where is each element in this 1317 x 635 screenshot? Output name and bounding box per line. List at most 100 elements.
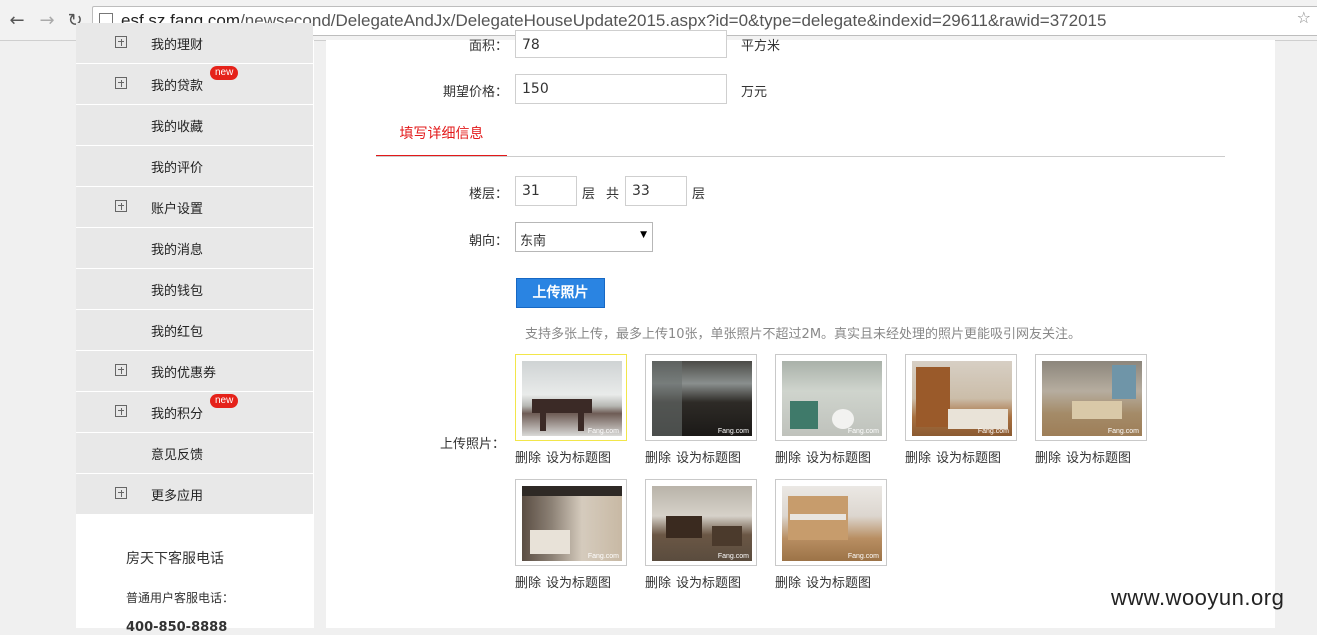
floor-unit: 层	[582, 187, 596, 202]
sidebar-item-label: 我的钱包	[151, 284, 204, 299]
sidebar-item-label: 更多应用	[151, 489, 204, 504]
sidebar-item-more-apps[interactable]: 更多应用	[76, 474, 313, 515]
sidebar-item-points[interactable]: 我的积分 new	[76, 392, 313, 433]
set-cover-link[interactable]: 设为标题图	[936, 451, 1001, 466]
sidebar: 我的理财 我的贷款 new 我的收藏 我的评价 账户设置 我的消息 我的钱包 我…	[76, 23, 314, 635]
delete-photo-link[interactable]: 删除	[775, 576, 801, 591]
orientation-select[interactable]: 东南 ▼	[515, 222, 653, 252]
delete-photo-link[interactable]: 删除	[515, 576, 541, 591]
back-icon[interactable]: ←	[6, 9, 28, 31]
photo-watermark-icon: Fang.com	[587, 428, 619, 435]
floor-input[interactable]: 31	[515, 176, 577, 206]
forward-icon[interactable]: →	[36, 9, 58, 31]
set-cover-link[interactable]: 设为标题图	[546, 451, 611, 466]
upload-photos-button[interactable]: 上传照片	[516, 278, 605, 308]
photo-thumbnail[interactable]: Fang.com	[775, 479, 887, 566]
main-panel: 面积： 78 平方米 期望价格： 150 万元 填写详细信息 楼层： 31 层 …	[326, 30, 1275, 628]
expand-icon[interactable]	[115, 487, 127, 499]
photo-thumbnail[interactable]: Fang.com	[1035, 354, 1147, 441]
sidebar-item-label: 我的消息	[151, 243, 204, 258]
set-cover-link[interactable]: 设为标题图	[806, 576, 871, 591]
sidebar-item-favorites[interactable]: 我的收藏	[76, 105, 313, 146]
photo-actions: 删除 设为标题图	[1035, 447, 1131, 466]
expand-icon[interactable]	[115, 200, 127, 212]
photo-watermark-icon: Fang.com	[1107, 428, 1139, 435]
photo-actions: 删除 设为标题图	[515, 447, 611, 466]
expand-icon[interactable]	[115, 36, 127, 48]
photo-thumbnail[interactable]: Fang.com	[905, 354, 1017, 441]
sidebar-item-label: 我的理财	[151, 38, 204, 53]
set-cover-link[interactable]: 设为标题图	[676, 451, 741, 466]
watermark: www.wooyun.org	[1111, 585, 1285, 610]
set-cover-link[interactable]: 设为标题图	[806, 451, 871, 466]
photo-actions: 删除 设为标题图	[515, 572, 611, 591]
sidebar-item-label: 我的收藏	[151, 120, 204, 135]
photo-thumbnail[interactable]: Fang.com	[515, 354, 627, 441]
photo-watermark-icon: Fang.com	[717, 428, 749, 435]
delete-photo-link[interactable]: 删除	[515, 451, 541, 466]
set-cover-link[interactable]: 设为标题图	[1066, 451, 1131, 466]
photo-actions: 删除 设为标题图	[645, 447, 741, 466]
delete-photo-link[interactable]: 删除	[905, 451, 931, 466]
price-input[interactable]: 150	[515, 74, 727, 104]
photo-actions: 删除 设为标题图	[775, 447, 871, 466]
sidebar-item-messages[interactable]: 我的消息	[76, 228, 313, 269]
orientation-value: 东南	[520, 234, 547, 249]
total-floors-input[interactable]: 33	[625, 176, 687, 206]
delete-photo-link[interactable]: 删除	[775, 451, 801, 466]
photo-thumbnail[interactable]: Fang.com	[645, 354, 757, 441]
bookmark-star-icon[interactable]: ☆	[1297, 8, 1311, 27]
sidebar-item-wallet[interactable]: 我的钱包	[76, 269, 313, 310]
new-badge: new	[210, 394, 239, 408]
sidebar-item-label: 我的红包	[151, 325, 204, 340]
photo-actions: 删除 设为标题图	[905, 447, 1001, 466]
photo-thumbnail[interactable]: Fang.com	[515, 479, 627, 566]
delete-photo-link[interactable]: 删除	[1035, 451, 1061, 466]
sidebar-item-account-settings[interactable]: 账户设置	[76, 187, 313, 228]
new-badge: new	[210, 66, 239, 80]
sidebar-item-label: 意见反馈	[151, 448, 204, 463]
area-label: 面积：	[468, 39, 508, 54]
sidebar-item-label: 我的评价	[151, 161, 204, 176]
photo-watermark-icon: Fang.com	[587, 553, 619, 560]
photo-thumbnail[interactable]: Fang.com	[645, 479, 757, 566]
sidebar-item-finance[interactable]: 我的理财	[76, 23, 313, 64]
url-path: /newsecond/DelegateAndJx/DelegateHouseUp…	[240, 11, 1107, 30]
sidebar-item-feedback[interactable]: 意见反馈	[76, 433, 313, 474]
total-floors-label: 共	[606, 187, 620, 202]
floor-label: 楼层：	[468, 187, 508, 202]
expand-icon[interactable]	[115, 405, 127, 417]
expand-icon[interactable]	[115, 364, 127, 376]
tab-detail-info[interactable]: 填写详细信息	[376, 113, 507, 157]
sidebar-item-coupons[interactable]: 我的优惠券	[76, 351, 313, 392]
sidebar-item-reviews[interactable]: 我的评价	[76, 146, 313, 187]
expand-icon[interactable]	[115, 77, 127, 89]
set-cover-link[interactable]: 设为标题图	[676, 576, 741, 591]
sidebar-item-loan[interactable]: 我的贷款 new	[76, 64, 313, 105]
sidebar-item-label: 我的贷款	[151, 79, 204, 94]
photo-thumbnail[interactable]: Fang.com	[775, 354, 887, 441]
area-unit: 平方米	[741, 39, 781, 54]
dropdown-arrow-icon: ▼	[640, 230, 647, 240]
price-unit: 万元	[741, 85, 768, 100]
photo-watermark-icon: Fang.com	[977, 428, 1009, 435]
sidebar-item-red-packets[interactable]: 我的红包	[76, 310, 313, 351]
upload-photos-label: 上传照片：	[440, 437, 506, 452]
photo-watermark-icon: Fang.com	[717, 553, 749, 560]
price-label: 期望价格：	[442, 85, 508, 100]
photo-watermark-icon: Fang.com	[847, 428, 879, 435]
delete-photo-link[interactable]: 删除	[645, 451, 671, 466]
set-cover-link[interactable]: 设为标题图	[546, 576, 611, 591]
area-input[interactable]: 78	[515, 30, 727, 58]
orientation-label: 朝向：	[468, 234, 508, 249]
photo-watermark-icon: Fang.com	[847, 553, 879, 560]
delete-photo-link[interactable]: 删除	[645, 576, 671, 591]
help-title: 房天下客服电话	[126, 551, 224, 567]
photo-actions: 删除 设为标题图	[775, 572, 871, 591]
sidebar-item-label: 我的积分	[151, 407, 204, 422]
sidebar-item-label: 账户设置	[151, 202, 204, 217]
photo-actions: 删除 设为标题图	[645, 572, 741, 591]
sidebar-item-label: 我的优惠券	[151, 366, 217, 381]
upload-tip: 支持多张上传，最多上传10张，单张照片不超过2M。真实且未经处理的照片更能吸引网…	[525, 327, 1082, 342]
tab-divider	[376, 156, 1225, 157]
